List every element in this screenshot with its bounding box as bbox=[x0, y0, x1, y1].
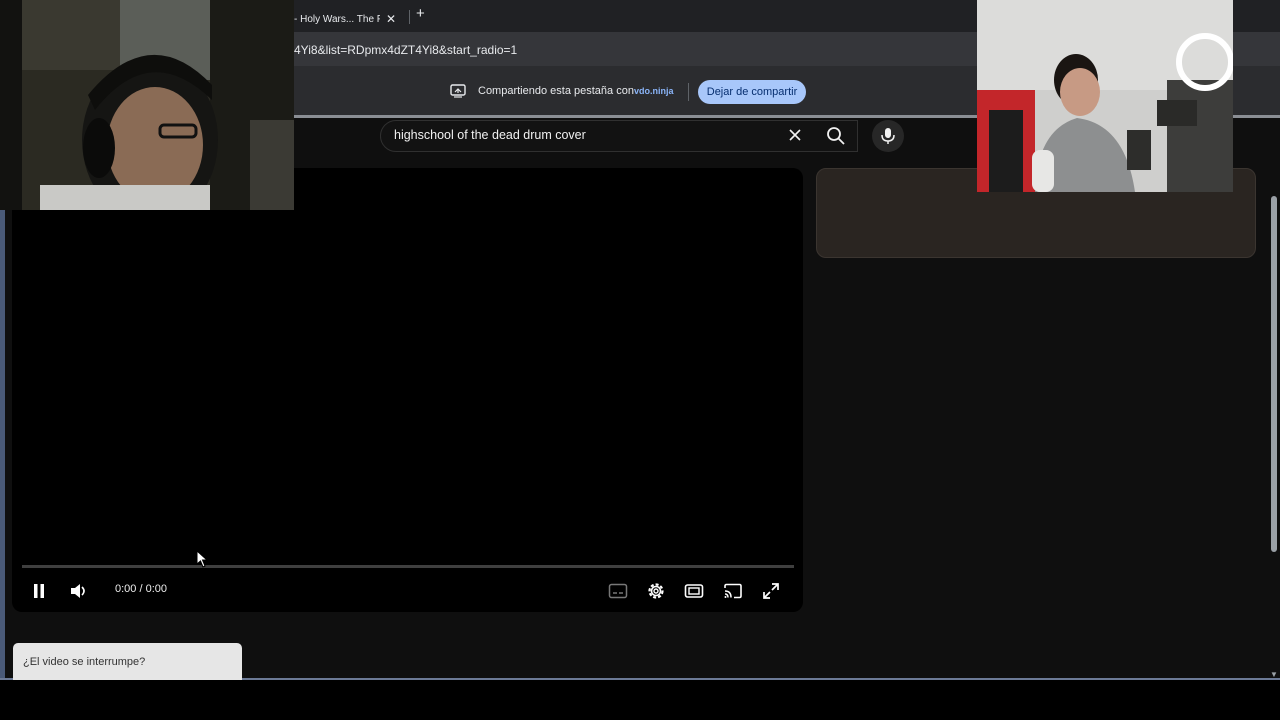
webcam-left bbox=[0, 0, 294, 210]
video-player[interactable] bbox=[12, 168, 803, 612]
notice-text: ¿El video se interrumpe? bbox=[23, 655, 146, 668]
video-progress-bar[interactable] bbox=[22, 565, 794, 568]
time-display: 0:00 / 0:00 bbox=[115, 583, 167, 595]
tab-title: - Holy Wars... The Pu bbox=[294, 13, 380, 25]
volume-icon bbox=[71, 584, 85, 598]
pause-icon bbox=[34, 584, 44, 598]
scrollbar-thumb[interactable] bbox=[1271, 196, 1277, 552]
sharing-divider bbox=[688, 83, 689, 101]
settings-button[interactable] bbox=[642, 578, 670, 604]
settings-icon bbox=[648, 583, 664, 599]
page-left-edge bbox=[0, 210, 5, 680]
subtitles-icon bbox=[608, 583, 628, 599]
close-icon[interactable] bbox=[786, 126, 804, 144]
search-icon bbox=[827, 127, 845, 145]
cast-button[interactable] bbox=[719, 578, 747, 604]
tab-divider bbox=[409, 10, 410, 24]
browser-tab[interactable]: - Holy Wars... The Pu ✕ bbox=[294, 6, 404, 32]
voice-search-button[interactable] bbox=[872, 120, 904, 152]
tab-close-icon[interactable]: ✕ bbox=[386, 12, 396, 26]
search-input[interactable]: highschool of the dead drum cover bbox=[394, 128, 586, 142]
pause-button[interactable] bbox=[26, 578, 52, 604]
sharing-target-app: vdo.ninja bbox=[634, 86, 674, 96]
mute-button[interactable] bbox=[65, 578, 93, 604]
sharing-message: Compartiendo esta pestaña con bbox=[478, 85, 634, 97]
theater-mode-icon bbox=[684, 584, 704, 598]
fullscreen-button[interactable] bbox=[757, 578, 785, 604]
fullscreen-icon bbox=[763, 583, 779, 599]
microphone-icon bbox=[881, 128, 895, 144]
video-interrupted-notice[interactable]: ¿El video se interrumpe? bbox=[13, 643, 242, 680]
theater-mode-button[interactable] bbox=[680, 578, 708, 604]
screen-share-icon bbox=[450, 84, 466, 98]
mouse-cursor-icon bbox=[196, 550, 208, 568]
cast-icon bbox=[724, 583, 742, 599]
stop-sharing-button[interactable]: Dejar de compartir bbox=[698, 80, 806, 104]
subtitles-button[interactable] bbox=[604, 578, 632, 604]
url-text[interactable]: 4Yi8&list=RDpmx4dZT4Yi8&start_radio=1 bbox=[294, 43, 517, 57]
webcam-right bbox=[977, 0, 1233, 192]
search-button[interactable] bbox=[814, 120, 858, 152]
new-tab-button[interactable]: + bbox=[416, 5, 425, 22]
